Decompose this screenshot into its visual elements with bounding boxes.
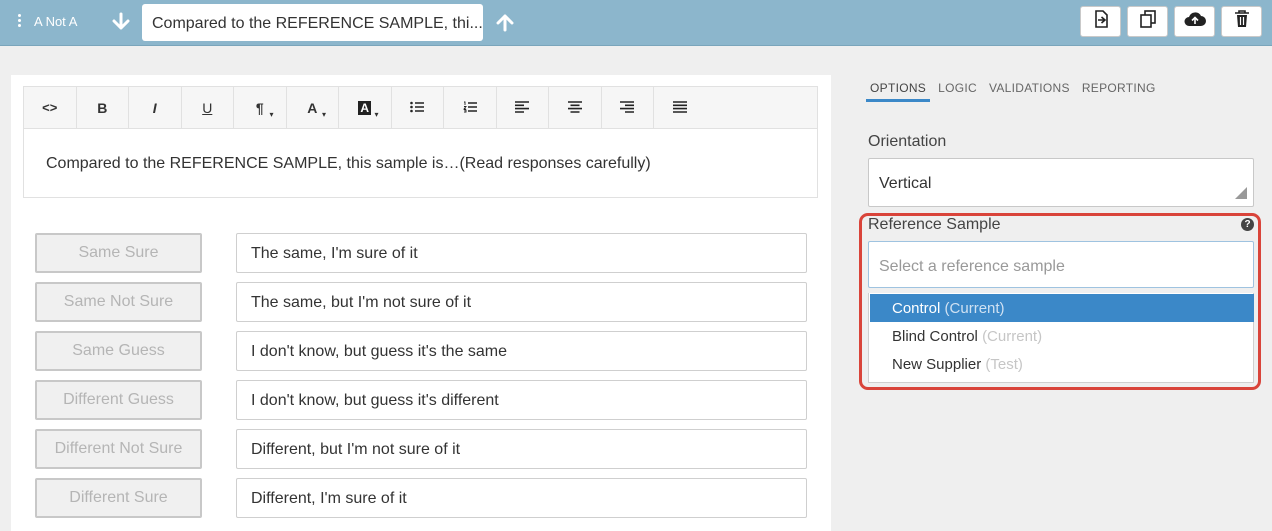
response-text-field[interactable]: Different, I'm sure of it	[236, 478, 807, 518]
font-color-icon: A	[307, 99, 318, 116]
arrow-down-icon[interactable]	[110, 11, 132, 33]
justify-icon	[673, 100, 688, 116]
response-text-field[interactable]: I don't know, but guess it's different	[236, 380, 807, 420]
question-header-bar: A Not A Compared to the REFERENCE SAMPLE…	[0, 0, 1272, 46]
background-color-button[interactable]: A ▾	[339, 87, 392, 128]
font-color-button[interactable]: A ▾	[287, 87, 339, 128]
response-code[interactable]: Different Not Sure	[35, 429, 202, 469]
tab-options[interactable]: OPTIONS	[866, 80, 931, 102]
align-left-button[interactable]	[497, 87, 549, 128]
question-name: A Not A	[34, 14, 78, 29]
italic-icon: I	[152, 99, 157, 116]
response-row: Same Guess I don't know, but guess it's …	[35, 331, 807, 371]
background-color-icon: A	[358, 100, 372, 115]
justify-button[interactable]	[654, 87, 707, 128]
orientation-value: Vertical	[879, 175, 932, 192]
caret-icon: ▾	[374, 110, 379, 119]
response-row: Different Sure Different, I'm sure of it	[35, 478, 807, 518]
help-icon[interactable]: ?	[1241, 218, 1254, 231]
rich-text-toolbar: <> B I U ¶ ▾ A ▾ A ▾	[23, 86, 818, 128]
tab-validations[interactable]: VALIDATIONS	[985, 80, 1074, 102]
tab-reporting[interactable]: REPORTING	[1078, 80, 1160, 102]
reference-sample-label: Reference Sample	[868, 216, 1001, 233]
numbered-list-button[interactable]	[444, 87, 497, 128]
dropdown-option[interactable]: Blind Control (Current)	[870, 322, 1254, 350]
response-row: Different Guess I don't know, but guess …	[35, 380, 807, 420]
response-code[interactable]: Same Sure	[35, 233, 202, 273]
question-text-editor[interactable]: Compared to the REFERENCE SAMPLE, this s…	[23, 128, 818, 198]
dropdown-option[interactable]: Control (Current)	[870, 294, 1254, 322]
underline-button[interactable]: U	[182, 87, 234, 128]
preview-button[interactable]	[1080, 6, 1121, 37]
orientation-select[interactable]: Vertical	[868, 158, 1254, 207]
numbered-list-icon	[462, 100, 477, 116]
option-tag: (Test)	[985, 356, 1023, 373]
underline-icon: U	[202, 99, 213, 116]
response-code[interactable]: Same Guess	[35, 331, 202, 371]
preview-icon	[1092, 10, 1110, 33]
response-code[interactable]: Same Not Sure	[35, 282, 202, 322]
drag-handle-icon[interactable]	[17, 14, 23, 30]
align-right-button[interactable]	[602, 87, 654, 128]
option-name: Control	[892, 300, 941, 317]
tab-logic[interactable]: LOGIC	[934, 80, 981, 102]
resize-handle-icon	[1235, 187, 1247, 199]
question-editor-card: <> B I U ¶ ▾ A ▾ A ▾ Compared to the REFERE…	[11, 75, 831, 531]
reference-sample-dropdown: Control (Current) Blind Control (Current…	[868, 293, 1254, 383]
duplicate-icon	[1139, 10, 1157, 33]
caret-icon: ▾	[321, 110, 326, 119]
option-name: Blind Control	[892, 328, 978, 345]
response-code[interactable]: Different Guess	[35, 380, 202, 420]
option-tag: (Current)	[982, 328, 1043, 345]
response-text-field[interactable]: The same, I'm sure of it	[236, 233, 807, 273]
reference-sample-input[interactable]: Select a reference sample	[868, 241, 1254, 288]
code-view-button[interactable]: <>	[24, 87, 77, 128]
orientation-label: Orientation	[868, 133, 947, 150]
response-text-field[interactable]: Different, but I'm not sure of it	[236, 429, 807, 469]
trash-icon	[1234, 10, 1250, 33]
upload-button[interactable]	[1174, 6, 1215, 37]
align-left-icon	[515, 100, 530, 116]
paragraph-icon: ¶	[255, 99, 264, 116]
response-row: Same Sure The same, I'm sure of it	[35, 233, 807, 273]
code-view-icon: <>	[42, 100, 58, 115]
cloud-upload-icon	[1184, 11, 1206, 32]
align-center-button[interactable]	[549, 87, 602, 128]
dropdown-option[interactable]: New Supplier (Test)	[870, 350, 1254, 378]
duplicate-button[interactable]	[1127, 6, 1168, 37]
paragraph-button[interactable]: ¶ ▾	[234, 87, 287, 128]
option-name: New Supplier	[892, 356, 982, 373]
bullet-list-icon	[410, 100, 425, 116]
question-title-field[interactable]: Compared to the REFERENCE SAMPLE, thi...	[142, 4, 483, 41]
response-text-field[interactable]: The same, but I'm not sure of it	[236, 282, 807, 322]
option-tag: (Current)	[944, 300, 1005, 317]
arrow-up-icon[interactable]	[494, 11, 516, 33]
delete-button[interactable]	[1221, 6, 1262, 37]
response-code[interactable]: Different Sure	[35, 478, 202, 518]
bold-icon: B	[97, 99, 108, 116]
align-right-icon	[620, 100, 635, 116]
settings-tabs: OPTIONS LOGIC VALIDATIONS REPORTING	[866, 80, 1170, 104]
response-row: Same Not Sure The same, but I'm not sure…	[35, 282, 807, 322]
bullet-list-button[interactable]	[392, 87, 444, 128]
align-center-icon	[567, 100, 582, 116]
caret-icon: ▾	[269, 110, 274, 119]
bold-button[interactable]: B	[77, 87, 129, 128]
response-text-field[interactable]: I don't know, but guess it's the same	[236, 331, 807, 371]
italic-button[interactable]: I	[129, 87, 182, 128]
response-row: Different Not Sure Different, but I'm no…	[35, 429, 807, 469]
